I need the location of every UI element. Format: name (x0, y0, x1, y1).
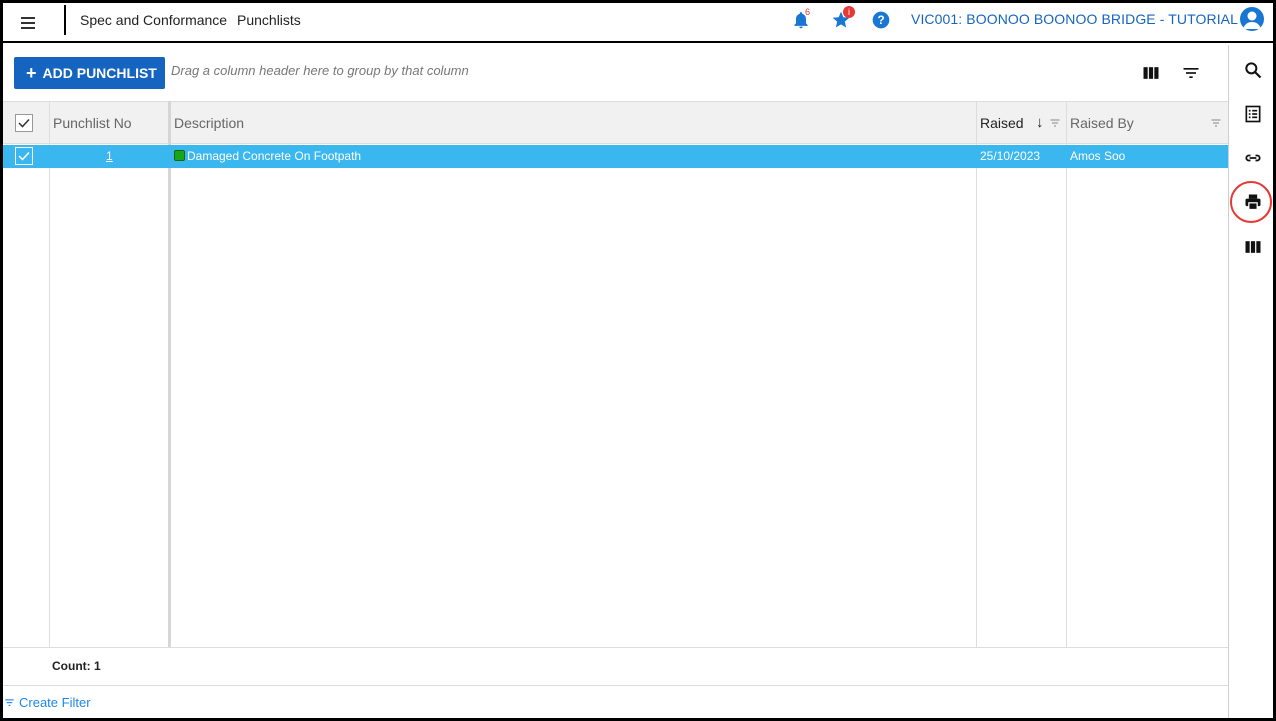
column-header-punchlist-no[interactable]: Punchlist No (53, 102, 132, 144)
favourites-badge: i (843, 6, 855, 18)
header-divider (64, 5, 66, 35)
plus-icon: + (26, 63, 37, 83)
right-sidebar (1228, 45, 1273, 718)
add-punchlist-button[interactable]: + ADD PUNCHLIST (14, 57, 165, 89)
add-punchlist-label: ADD PUNCHLIST (42, 65, 157, 81)
create-filter-icon (5, 699, 14, 706)
filter-icon[interactable] (1181, 63, 1201, 83)
create-filter-label: Create Filter (19, 695, 91, 710)
top-bar: Spec and Conformance Punchlists 6 i ? VI… (3, 3, 1273, 43)
column-chooser-icon[interactable] (1141, 63, 1161, 83)
description-cell: Damaged Concrete On Footpath (174, 145, 361, 168)
favourites-star-icon[interactable]: i (831, 6, 855, 33)
group-by-hint: Drag a column header here to group by th… (171, 63, 469, 78)
notifications-bell-icon[interactable]: 6 (791, 7, 813, 33)
description-text: Damaged Concrete On Footpath (187, 149, 362, 163)
column-header-raised[interactable]: Raised (980, 102, 1024, 144)
punchlist-no-link[interactable]: 1 (106, 145, 113, 168)
table-row[interactable]: 1 Damaged Concrete On Footpath 25/10/202… (3, 145, 1228, 168)
breadcrumb-page: Punchlists (237, 12, 301, 28)
svg-text:?: ? (877, 14, 884, 27)
search-icon[interactable] (1243, 60, 1263, 80)
column-header-description[interactable]: Description (174, 102, 244, 144)
help-icon[interactable]: ? (871, 9, 893, 33)
notifications-count: 6 (805, 7, 811, 17)
columns-icon[interactable] (1243, 237, 1263, 257)
column-separator (976, 101, 977, 647)
hamburger-menu-icon[interactable] (17, 11, 39, 33)
sort-descending-icon[interactable]: ↓ (1036, 102, 1044, 144)
column-separator (1066, 101, 1067, 647)
select-all-checkbox[interactable] (15, 114, 33, 132)
list-icon[interactable] (1243, 104, 1263, 124)
link-icon[interactable] (1243, 148, 1263, 168)
raised-date-cell: 25/10/2023 (980, 149, 1041, 163)
project-name[interactable]: VIC001: BOONOO BOONOO BRIDGE - TUTORIAL (911, 11, 1238, 27)
column-separator (49, 101, 50, 647)
column-resize-handle[interactable] (168, 101, 171, 647)
row-checkbox[interactable] (15, 147, 33, 165)
grid-header: Punchlist No Description Raised ↓ Raised… (3, 101, 1228, 144)
record-count: Count: 1 (52, 659, 101, 673)
user-avatar-icon[interactable] (1240, 7, 1264, 31)
highlight-ring (1230, 181, 1272, 223)
create-filter-link[interactable]: Create Filter (4, 695, 91, 710)
column-header-raised-by[interactable]: Raised By (1070, 102, 1134, 144)
filter-bar-divider (3, 685, 1228, 686)
raised-by-cell: Amos Soo (1070, 149, 1126, 163)
breadcrumb-module[interactable]: Spec and Conformance (80, 12, 227, 28)
raised-by-filter-icon[interactable] (1210, 117, 1222, 129)
status-indicator-icon (174, 150, 185, 161)
raised-filter-icon[interactable] (1049, 117, 1061, 129)
grid-footer-divider (3, 647, 1228, 648)
